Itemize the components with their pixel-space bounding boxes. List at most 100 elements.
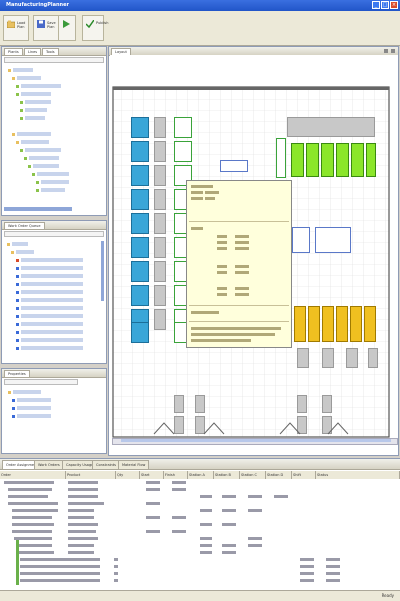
station-block[interactable] bbox=[131, 237, 149, 258]
table-row[interactable] bbox=[0, 501, 400, 507]
table-row[interactable] bbox=[0, 494, 400, 500]
station-block[interactable] bbox=[131, 117, 149, 138]
maximize-button[interactable]: □ bbox=[381, 1, 389, 9]
schedule-button[interactable] bbox=[58, 15, 76, 41]
buffer-block[interactable] bbox=[154, 237, 166, 258]
tree-item[interactable] bbox=[21, 140, 49, 144]
table-row[interactable] bbox=[0, 543, 400, 549]
column-header-station-c[interactable]: Station C bbox=[240, 471, 266, 479]
tree-item[interactable] bbox=[17, 132, 51, 136]
green-station[interactable] bbox=[306, 143, 319, 177]
vertical-scrollbar[interactable] bbox=[101, 241, 104, 301]
column-header-station-d[interactable]: Station D bbox=[266, 471, 292, 479]
tab-tools[interactable]: Tools bbox=[42, 48, 59, 55]
buffer-block[interactable] bbox=[154, 141, 166, 162]
green-station[interactable] bbox=[351, 143, 364, 177]
list-item[interactable] bbox=[21, 258, 83, 262]
station-block[interactable] bbox=[131, 165, 149, 186]
column-header-order[interactable]: Order bbox=[0, 471, 66, 479]
yellow-station[interactable] bbox=[364, 306, 376, 342]
column-header-product[interactable]: Product bbox=[66, 471, 116, 479]
buffer-block[interactable] bbox=[297, 348, 309, 368]
buffer-block[interactable] bbox=[154, 165, 166, 186]
yellow-station[interactable] bbox=[350, 306, 362, 342]
load-plan-button[interactable]: Load Plan bbox=[3, 15, 29, 41]
tree-item[interactable] bbox=[13, 68, 33, 72]
buffer-block[interactable] bbox=[368, 348, 378, 368]
empty-slot[interactable] bbox=[292, 227, 310, 253]
table-row[interactable] bbox=[0, 557, 400, 563]
tree-item[interactable] bbox=[33, 164, 59, 168]
tab-properties[interactable]: Properties bbox=[4, 370, 30, 377]
tree-item[interactable] bbox=[21, 84, 61, 88]
horizontal-scrollbar[interactable] bbox=[4, 207, 72, 211]
list-item[interactable] bbox=[21, 338, 83, 342]
buffer-block[interactable] bbox=[174, 395, 184, 413]
tree-item[interactable] bbox=[21, 92, 51, 96]
tree-item[interactable] bbox=[41, 188, 65, 192]
list-item[interactable] bbox=[12, 242, 28, 246]
station-block[interactable] bbox=[131, 141, 149, 162]
buffer-block[interactable] bbox=[154, 189, 166, 210]
column-header-finish[interactable]: Finish bbox=[164, 471, 188, 479]
property-item[interactable] bbox=[17, 406, 51, 410]
tab-work-orders[interactable]: Work Orders bbox=[34, 460, 64, 469]
buffer-block[interactable] bbox=[322, 395, 332, 413]
tree-item[interactable] bbox=[37, 172, 69, 176]
list-item[interactable] bbox=[16, 250, 34, 254]
buffer-block[interactable] bbox=[154, 285, 166, 306]
green-station[interactable] bbox=[366, 143, 376, 177]
table-row[interactable] bbox=[0, 536, 400, 542]
canvas-horizontal-scrollbar[interactable] bbox=[112, 438, 398, 445]
tab-plants[interactable]: Plants bbox=[4, 48, 23, 55]
tree-item[interactable] bbox=[25, 148, 61, 152]
green-narrow-block[interactable] bbox=[276, 138, 286, 178]
yellow-station[interactable] bbox=[336, 306, 348, 342]
buffer-block[interactable] bbox=[195, 395, 205, 413]
table-row[interactable] bbox=[0, 508, 400, 514]
table-row[interactable] bbox=[0, 487, 400, 493]
tree-item[interactable] bbox=[17, 76, 41, 80]
list-item[interactable] bbox=[21, 346, 83, 350]
column-header-status[interactable]: Status bbox=[316, 471, 400, 479]
tab-constraints[interactable]: Constraints bbox=[92, 460, 120, 469]
publish-button[interactable]: Publish bbox=[82, 15, 108, 41]
save-plan-button[interactable]: Save Plan bbox=[33, 15, 59, 41]
list-item[interactable] bbox=[21, 314, 83, 318]
column-header-station-a[interactable]: Station A bbox=[188, 471, 214, 479]
column-header-start[interactable]: Start bbox=[140, 471, 164, 479]
yellow-station[interactable] bbox=[308, 306, 320, 342]
list-item[interactable] bbox=[21, 266, 83, 270]
table-row[interactable] bbox=[0, 564, 400, 570]
list-item[interactable] bbox=[21, 290, 83, 294]
list-item[interactable] bbox=[21, 306, 83, 310]
empty-slot[interactable] bbox=[315, 227, 351, 253]
queue-filter-input[interactable] bbox=[4, 231, 104, 237]
buffer-block[interactable] bbox=[154, 117, 166, 138]
yellow-station[interactable] bbox=[294, 306, 306, 342]
panel-menu-icon[interactable] bbox=[384, 49, 388, 53]
buffer-block[interactable] bbox=[154, 309, 166, 330]
tree-item[interactable] bbox=[29, 156, 59, 160]
yellow-station[interactable] bbox=[322, 306, 334, 342]
list-item[interactable] bbox=[21, 274, 83, 278]
column-header-shift[interactable]: Shift bbox=[292, 471, 316, 479]
column-header-station-b[interactable]: Station B bbox=[214, 471, 240, 479]
station-block[interactable] bbox=[174, 117, 192, 138]
station-block[interactable] bbox=[131, 322, 149, 343]
tab-material-flow[interactable]: Material Flow bbox=[118, 460, 150, 469]
tab-lines[interactable]: Lines bbox=[24, 48, 42, 55]
buffer-block[interactable] bbox=[154, 213, 166, 234]
minimize-button[interactable]: _ bbox=[372, 1, 380, 9]
property-item[interactable] bbox=[17, 414, 51, 418]
tree-item[interactable] bbox=[25, 100, 51, 104]
table-row[interactable] bbox=[0, 480, 400, 486]
tree-item[interactable] bbox=[25, 108, 47, 112]
scroll-thumb[interactable] bbox=[121, 439, 391, 442]
table-row[interactable] bbox=[0, 522, 400, 528]
column-header-qty[interactable]: Qty bbox=[116, 471, 140, 479]
list-item[interactable] bbox=[21, 298, 83, 302]
green-station[interactable] bbox=[291, 143, 304, 177]
station-block[interactable] bbox=[174, 141, 192, 162]
buffer-block[interactable] bbox=[322, 348, 334, 368]
